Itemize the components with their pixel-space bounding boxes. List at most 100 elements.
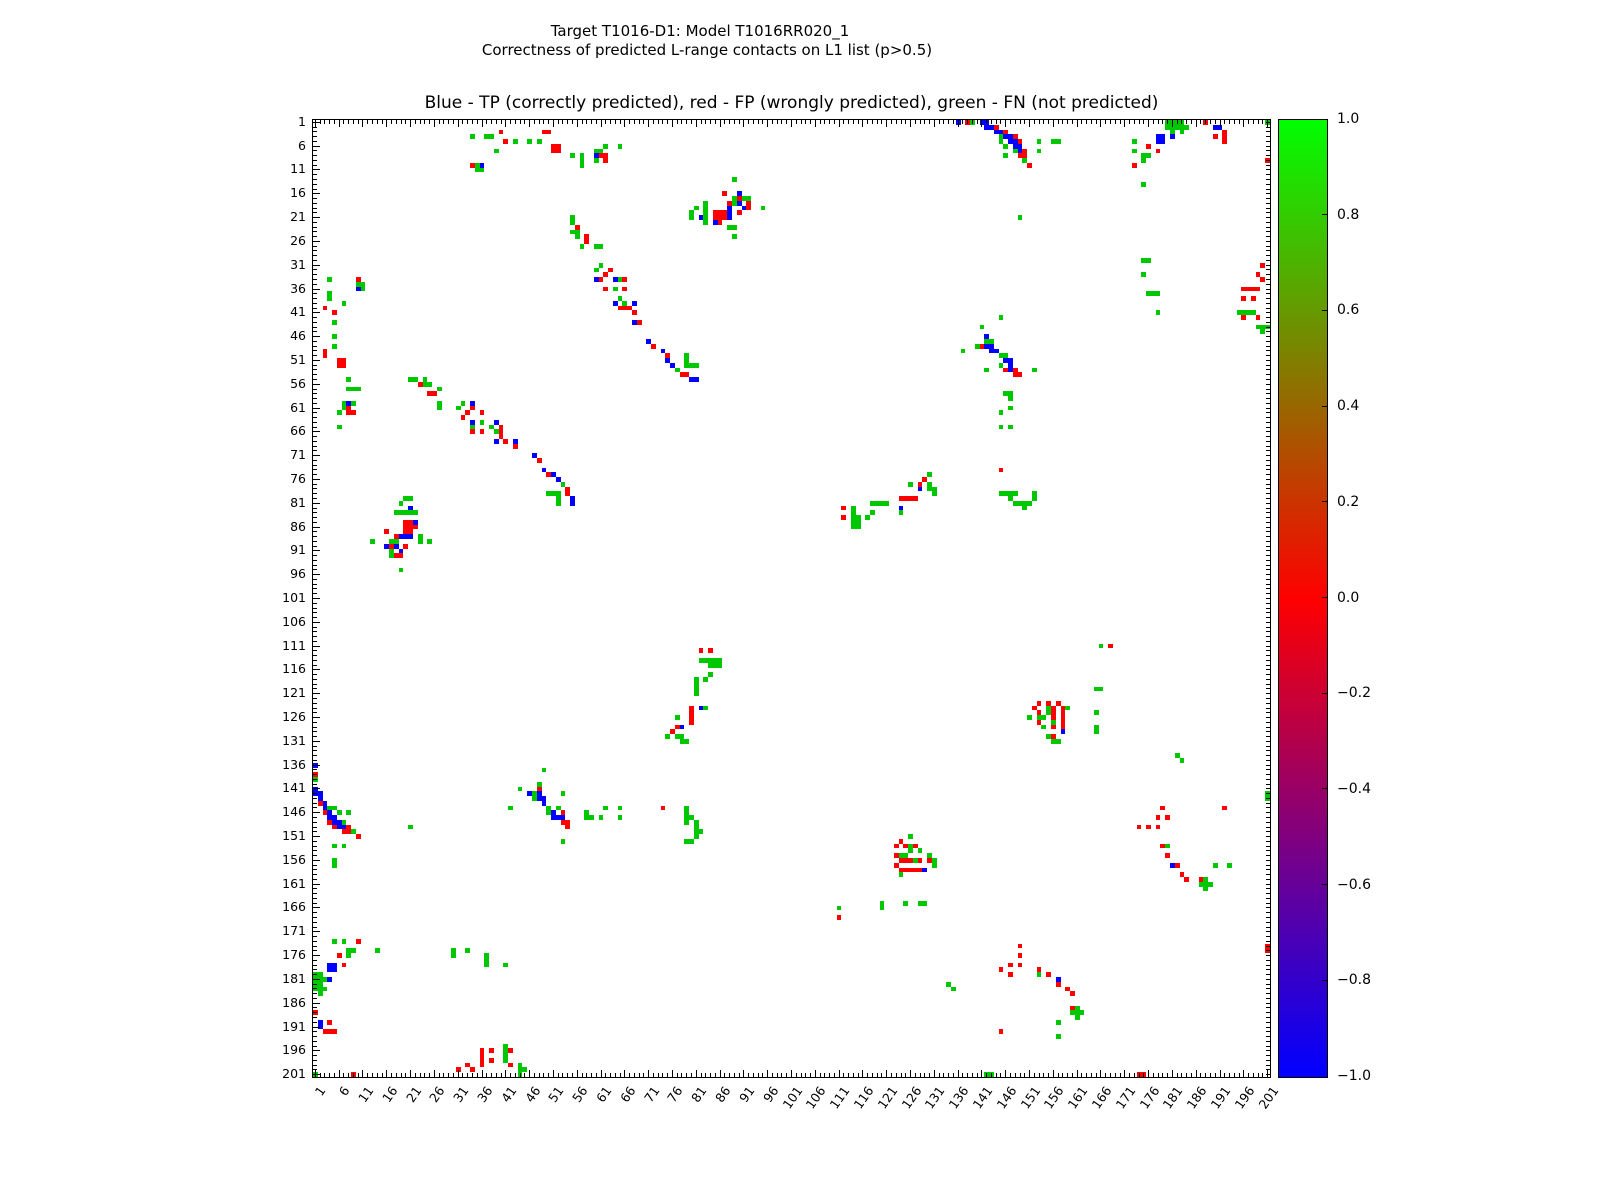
- right-tick: [1266, 917, 1270, 918]
- contact-dot-fn: [1050, 719, 1056, 725]
- top-tick: [952, 120, 954, 124]
- left-tick: [313, 926, 317, 928]
- top-tick: [748, 120, 750, 124]
- left-tick: [313, 688, 317, 690]
- right-tick: [1266, 340, 1270, 342]
- y-tick-label: 121: [282, 685, 306, 701]
- left-tick: [313, 674, 317, 676]
- contact-dot-fn: [574, 234, 580, 240]
- contact-dot-fn: [465, 948, 471, 954]
- top-tick: [919, 120, 921, 124]
- bottom-tick: [386, 1070, 388, 1077]
- right-tick: [1266, 831, 1270, 833]
- right-tick: [1266, 293, 1270, 295]
- y-tick-label: 31: [290, 256, 306, 272]
- top-tick: [733, 120, 735, 124]
- right-tick: [1266, 1055, 1270, 1057]
- left-tick: [313, 621, 320, 623]
- top-tick: [1010, 120, 1011, 124]
- y-tick-label: 171: [282, 923, 306, 939]
- top-tick: [881, 120, 883, 124]
- bottom-tick: [1119, 1073, 1121, 1077]
- right-tick: [1266, 312, 1270, 314]
- left-tick: [313, 150, 317, 152]
- left-tick: [313, 231, 317, 233]
- top-tick: [905, 120, 907, 124]
- right-tick: [1266, 774, 1270, 776]
- bottom-tick: [1024, 1073, 1026, 1077]
- contact-dot-fp: [841, 515, 847, 520]
- left-tick: [313, 531, 317, 533]
- contact-dot-fp: [598, 277, 604, 282]
- left-tick: [313, 721, 317, 723]
- right-tick: [1266, 598, 1270, 599]
- right-tick: [1266, 821, 1270, 823]
- contact-dot-tp: [917, 486, 923, 492]
- right-tick: [1266, 374, 1270, 376]
- contact-dot-fp: [1155, 815, 1161, 820]
- bottom-tick: [752, 1073, 754, 1077]
- contact-dot-fn: [484, 962, 490, 968]
- contact-dot-fn: [327, 277, 333, 282]
- top-tick: [1257, 120, 1259, 124]
- contact-dot-fn: [570, 219, 575, 225]
- contact-dot-fn: [1184, 124, 1190, 130]
- contact-dot-fn: [865, 515, 871, 520]
- left-tick: [313, 488, 317, 490]
- bottom-tick: [843, 1073, 845, 1077]
- top-tick: [1081, 120, 1083, 124]
- left-tick: [313, 502, 320, 504]
- y-tick-label: 81: [290, 494, 306, 510]
- right-tick: [1266, 359, 1270, 361]
- top-tick: [1171, 120, 1173, 127]
- top-tick: [619, 120, 621, 124]
- right-tick: [1266, 493, 1270, 495]
- left-tick: [313, 921, 317, 923]
- top-tick: [757, 120, 759, 124]
- contact-dot-fn: [1141, 158, 1147, 163]
- right-tick: [1266, 645, 1270, 647]
- right-tick: [1266, 612, 1270, 614]
- left-tick: [313, 179, 317, 180]
- bottom-tick: [467, 1073, 469, 1077]
- left-tick: [313, 326, 317, 328]
- top-tick: [933, 120, 935, 127]
- top-tick: [1048, 120, 1050, 124]
- bottom-tick: [1057, 1073, 1059, 1077]
- right-tick: [1266, 321, 1270, 323]
- bottom-tick: [1143, 1073, 1145, 1077]
- bottom-tick: [1248, 1073, 1250, 1077]
- top-tick: [867, 120, 869, 124]
- right-tick: [1266, 245, 1270, 247]
- contact-dot-fn: [536, 139, 542, 144]
- contact-dot-fn: [1008, 424, 1013, 430]
- bottom-tick: [967, 1073, 969, 1077]
- right-tick: [1266, 902, 1270, 904]
- colorbar-tick: [1322, 596, 1328, 599]
- top-tick: [824, 120, 826, 124]
- contact-dot-fp: [341, 962, 347, 968]
- contact-dot-fp: [689, 719, 694, 725]
- contact-dot-fp: [722, 215, 728, 220]
- left-tick: [313, 612, 317, 614]
- right-tick: [1266, 255, 1270, 257]
- top-tick: [1129, 120, 1131, 124]
- left-tick: [313, 931, 320, 933]
- right-tick: [1266, 388, 1270, 390]
- contact-dot-fp: [565, 824, 571, 830]
- top-tick: [595, 120, 597, 124]
- left-tick: [313, 702, 317, 704]
- right-tick: [1266, 759, 1270, 761]
- right-tick: [1266, 459, 1270, 461]
- contact-dot-tp: [327, 977, 333, 982]
- top-tick: [1005, 120, 1007, 127]
- bottom-tick: [324, 1073, 326, 1077]
- y-tick-label: 91: [290, 542, 306, 558]
- right-tick: [1266, 974, 1270, 976]
- contact-dot-fp: [603, 158, 609, 163]
- right-tick: [1266, 398, 1270, 400]
- bottom-tick: [1157, 1073, 1159, 1077]
- bottom-tick: [538, 1073, 540, 1077]
- contact-dot-fp: [503, 439, 509, 444]
- contact-dot-fn: [1170, 129, 1175, 135]
